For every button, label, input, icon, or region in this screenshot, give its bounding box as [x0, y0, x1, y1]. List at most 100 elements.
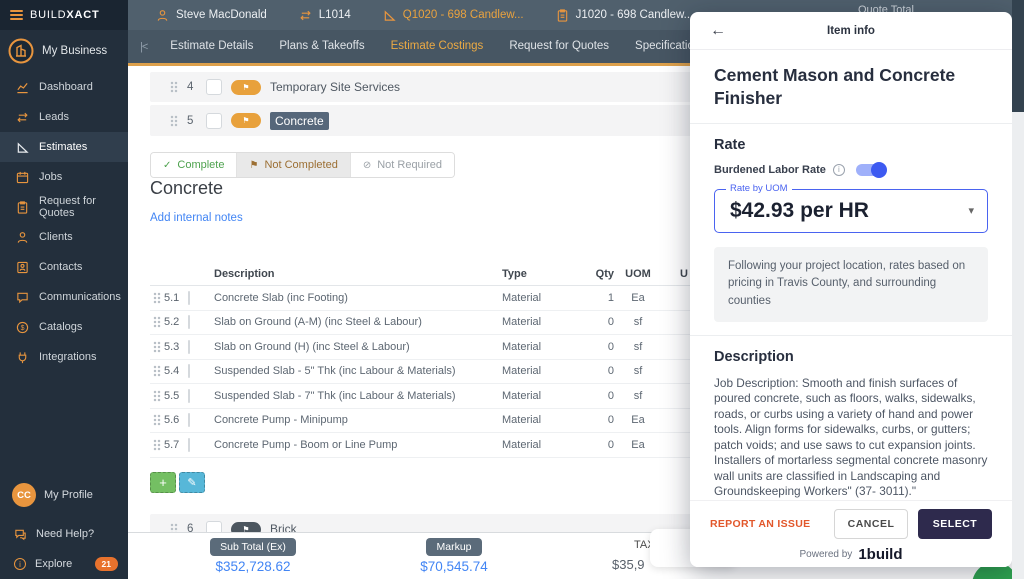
sidebar-item-jobs[interactable]: Jobs — [0, 162, 128, 192]
sidebar-item-communications[interactable]: Communications — [0, 282, 128, 312]
tab-estimate-costings[interactable]: Estimate Costings — [378, 30, 497, 63]
drag-handle-icon[interactable] — [170, 523, 178, 532]
description-heading: Description — [714, 349, 988, 365]
burdened-labor-rate-row: Burdened Labor Rate i — [714, 164, 988, 176]
rate-value: $42.93 per HR — [730, 199, 869, 223]
sidebar-item-my-business[interactable]: My Business — [0, 30, 128, 72]
sidebar-item-clients[interactable]: Clients — [0, 222, 128, 252]
rate-by-uom-select[interactable]: Rate by UOM $42.93 per HR ▾ — [714, 189, 988, 233]
divider — [690, 335, 1012, 336]
topbar-quote-ref[interactable]: Q1020 - 698 Candlew... — [383, 9, 524, 22]
chevron-down-icon: ▾ — [968, 204, 974, 217]
add-item-button[interactable]: + — [150, 472, 176, 493]
select-button[interactable]: SELECT — [918, 509, 992, 539]
tab-estimate-details[interactable]: Estimate Details — [157, 30, 266, 63]
sidebar-item-dashboard[interactable]: Dashboard — [0, 72, 128, 102]
set-square-icon — [383, 9, 396, 22]
row-checkbox[interactable] — [188, 413, 190, 427]
status-not-required-button[interactable]: ⊘ Not Required — [351, 153, 454, 177]
category-checkbox[interactable] — [206, 79, 222, 95]
sidebar: BUILDXACT My Business Dashboard Leads Es… — [0, 0, 128, 579]
address-book-icon — [16, 261, 29, 274]
location-pricing-note: Following your project location, rates b… — [714, 247, 988, 322]
info-icon[interactable]: i — [833, 164, 845, 176]
drag-handle-icon[interactable] — [153, 414, 161, 426]
scrollbar-thumb[interactable] — [1012, 0, 1024, 112]
burdened-rate-toggle[interactable] — [856, 164, 886, 176]
explore-count-badge: 21 — [95, 557, 118, 571]
sidebar-item-integrations[interactable]: Integrations — [0, 342, 128, 372]
tax-value: $35,9 — [612, 557, 645, 572]
info-circle-icon: i — [14, 558, 26, 570]
cancel-button[interactable]: CANCEL — [834, 509, 908, 539]
app-window: BUILDXACT My Business Dashboard Leads Es… — [0, 0, 1024, 579]
drag-handle-icon[interactable] — [153, 390, 161, 402]
report-an-issue-link[interactable]: REPORT AN ISSUE — [710, 518, 810, 530]
topbar-lead-ref[interactable]: L1014 — [299, 9, 351, 22]
status-complete-button[interactable]: ✓ Complete — [151, 153, 237, 177]
row-checkbox[interactable] — [188, 291, 190, 305]
description-paragraph-1: Job Description: Smooth and finish surfa… — [714, 376, 988, 500]
sidebar-item-contacts[interactable]: Contacts — [0, 252, 128, 282]
calendar-icon — [16, 171, 29, 184]
sidebar-item-leads[interactable]: Leads — [0, 102, 128, 132]
person-icon — [16, 231, 29, 244]
page-scrollbar[interactable] — [1012, 0, 1024, 579]
row-action-buttons: + ✎ — [150, 472, 205, 493]
set-square-icon — [16, 141, 29, 154]
row-checkbox[interactable] — [188, 438, 190, 452]
svg-text:$: $ — [21, 324, 25, 331]
category-checkbox[interactable] — [206, 113, 222, 129]
chat-bubble-icon — [16, 291, 29, 304]
completion-status-toggle: ✓ Complete ⚑ Not Completed ⊘ Not Require… — [150, 152, 455, 178]
markup-value: $70,545.74 — [374, 559, 534, 574]
sidebar-item-catalogs[interactable]: $ Catalogs — [0, 312, 128, 342]
drag-handle-icon[interactable] — [153, 316, 161, 328]
drag-handle-icon[interactable] — [153, 341, 161, 353]
clipboard-icon — [16, 201, 29, 214]
topbar-user[interactable]: Steve MacDonald — [156, 9, 267, 22]
add-internal-notes-link[interactable]: Add internal notes — [150, 212, 243, 224]
tab-plans-takeoffs[interactable]: Plans & Takeoffs — [266, 30, 377, 63]
row-checkbox[interactable] — [188, 364, 190, 378]
drag-handle-icon[interactable] — [153, 365, 161, 377]
onebuild-logo: 1build — [858, 546, 902, 563]
selected-category-label[interactable]: Concrete — [270, 112, 329, 130]
markup-badge: Markup — [426, 538, 481, 556]
panel-footer: REPORT AN ISSUE CANCEL SELECT Powered by… — [690, 500, 1012, 567]
sub-total-group: Sub Total (Ex) $352,728.62 — [168, 537, 338, 574]
sidebar-item-my-profile[interactable]: CC My Profile — [0, 479, 128, 511]
topbar-job-ref[interactable]: J1020 - 698 Candlew... — [556, 9, 694, 22]
row-checkbox[interactable] — [188, 389, 190, 403]
sidebar-nav: Dashboard Leads Estimates Jobs Request f… — [0, 72, 128, 372]
sub-total-badge: Sub Total (Ex) — [210, 538, 296, 556]
panel-header: ← Item info — [690, 12, 1012, 50]
tab-request-for-quotes[interactable]: Request for Quotes — [496, 30, 622, 63]
sidebar-item-estimates[interactable]: Estimates — [0, 132, 128, 162]
help-chat-icon — [14, 528, 27, 541]
sub-total-value: $352,728.62 — [168, 559, 338, 574]
status-not-completed-button[interactable]: ⚑ Not Completed — [237, 153, 350, 177]
menu-icon[interactable] — [10, 8, 23, 22]
collapse-sidebar-icon[interactable]: |< — [140, 41, 147, 53]
back-arrow-icon[interactable]: ← — [710, 22, 726, 40]
drag-handle-icon[interactable] — [153, 292, 161, 304]
not-completed-flag-badge: ⚑ — [231, 80, 261, 95]
sidebar-item-need-help[interactable]: Need Help? — [0, 519, 128, 549]
row-checkbox[interactable] — [188, 340, 190, 354]
edit-item-button[interactable]: ✎ — [179, 472, 205, 493]
person-icon — [156, 9, 169, 22]
sidebar-item-request-for-quotes[interactable]: Request for Quotes — [0, 192, 128, 222]
dollar-circle-icon: $ — [16, 321, 29, 334]
panel-body: Cement Mason and Concrete Finisher Rate … — [690, 50, 1012, 500]
category-status-badge: ⚑ — [231, 522, 261, 533]
drag-handle-icon[interactable] — [153, 439, 161, 451]
powered-by-row: Powered by 1build — [690, 546, 1012, 563]
sidebar-item-explore[interactable]: i Explore 21 — [0, 549, 128, 579]
category-checkbox[interactable] — [206, 521, 222, 532]
company-logo-icon — [8, 38, 34, 64]
row-checkbox[interactable] — [188, 315, 190, 329]
drag-handle-icon[interactable] — [170, 81, 178, 93]
not-completed-flag-badge: ⚑ — [231, 113, 261, 128]
drag-handle-icon[interactable] — [170, 115, 178, 127]
